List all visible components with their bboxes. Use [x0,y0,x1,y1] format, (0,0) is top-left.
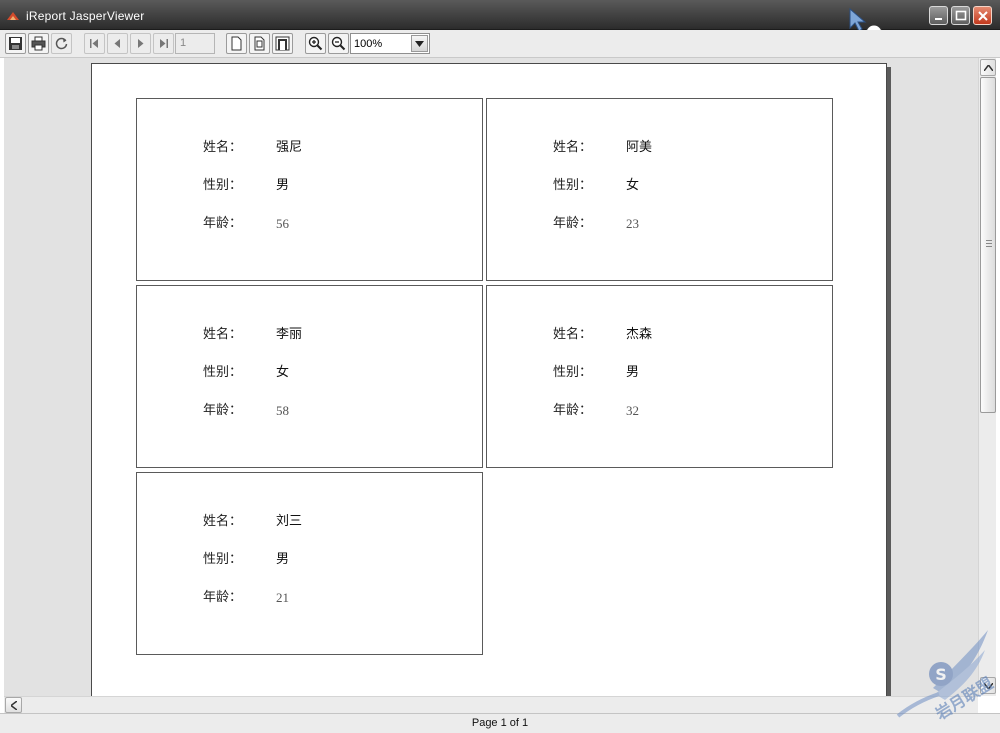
report-page: 姓名： 强尼 性别： 男 年龄： 56 姓名： 阿美 性别： 女 年龄： 23 姓名： 李丽 … [91,63,887,696]
svg-text:S: S [935,665,947,684]
gender-value: 女 [626,178,640,193]
reload-icon [55,37,68,50]
zoom-select[interactable]: 100% [350,33,430,54]
record-card: 姓名： 强尼 性别： 男 年龄： 56 [136,98,483,281]
gender-value: 女 [276,365,290,380]
zoom-out-icon [331,36,346,51]
age-value: 32 [626,403,639,418]
fit-width-button[interactable] [272,33,293,54]
previous-page-button[interactable] [107,33,128,54]
print-button[interactable] [28,33,49,54]
gender-label: 性别： [203,552,243,567]
age-value: 58 [276,403,289,418]
zoom-dropdown-button[interactable] [411,35,428,52]
fit-width-icon [275,36,290,51]
vertical-scroll-thumb[interactable] [980,77,996,413]
vertical-scrollbar[interactable] [978,58,996,696]
first-page-icon [90,39,98,48]
zoom-value: 100% [354,38,383,50]
age-value: 23 [626,216,639,231]
maximize-icon [955,10,967,21]
print-icon [31,36,46,51]
name-label: 姓名： [553,327,593,342]
name-value: 强尼 [276,140,303,155]
horizontal-scrollbar[interactable] [4,696,978,713]
age-label: 年龄： [203,403,243,418]
age-label: 年龄： [203,216,243,231]
record-card: 姓名： 刘三 性别： 男 年龄： 21 [136,472,483,655]
close-button[interactable] [973,6,992,25]
age-label: 年龄： [553,216,593,231]
scroll-left-button[interactable] [5,697,22,713]
record-card: 姓名： 杰森 性别： 男 年龄： 32 [486,285,833,468]
app-icon [6,10,20,20]
gender-label: 性别： [553,365,593,380]
zoom-in-button[interactable] [305,33,326,54]
fit-page-icon [254,36,265,51]
name-value: 刘三 [276,514,303,529]
last-page-icon [160,39,168,48]
page-status: Page 1 of 1 [471,717,529,729]
age-value: 21 [276,590,289,605]
status-bar: Page 1 of 1 [0,713,1000,733]
first-page-button[interactable] [84,33,105,54]
minimize-icon [935,18,942,20]
minimize-button[interactable] [929,6,948,25]
age-label: 年龄： [553,403,593,418]
scroll-up-button[interactable] [980,59,996,76]
name-label: 姓名： [203,140,243,155]
chevron-left-icon [11,701,17,710]
zoom-in-icon [308,36,323,51]
record-card: 姓名： 阿美 性别： 女 年龄： 23 [486,98,833,281]
name-label: 姓名： [203,327,243,342]
next-page-icon [138,39,144,48]
grip-icon [986,240,992,248]
actual-size-button[interactable] [226,33,247,54]
chevron-up-icon [984,65,993,71]
gender-label: 性别： [203,178,243,193]
gender-value: 男 [276,178,290,193]
gender-label: 性别： [203,365,243,380]
title-bar[interactable]: iReport JasperViewer [0,0,1000,42]
close-icon [978,11,988,21]
age-label: 年龄： [203,590,243,605]
last-page-button[interactable] [153,33,174,54]
name-label: 姓名： [553,140,593,155]
name-value: 李丽 [276,327,303,342]
save-icon [9,37,22,50]
next-page-button[interactable] [130,33,151,54]
page-number-field[interactable]: 1 [175,33,215,54]
fit-page-button[interactable] [249,33,270,54]
toolbar [0,30,1000,58]
save-button[interactable] [5,33,26,54]
window-title: iReport JasperViewer [26,9,145,23]
maximize-button[interactable] [951,6,970,25]
record-card: 姓名： 李丽 性别： 女 年龄： 58 [136,285,483,468]
report-viewport[interactable]: 姓名： 强尼 性别： 男 年龄： 56 姓名： 阿美 性别： 女 年龄： 23 姓名： 李丽 … [4,58,978,696]
actual-size-icon [231,36,242,51]
previous-page-icon [114,39,120,48]
gender-label: 性别： [553,178,593,193]
gender-value: 男 [276,552,290,567]
gender-value: 男 [626,365,640,380]
name-value: 杰森 [626,327,653,342]
name-value: 阿美 [626,140,653,155]
reload-button[interactable] [51,33,72,54]
name-label: 姓名： [203,514,243,529]
zoom-out-button[interactable] [328,33,349,54]
chevron-down-icon [415,41,424,47]
age-value: 56 [276,216,289,231]
